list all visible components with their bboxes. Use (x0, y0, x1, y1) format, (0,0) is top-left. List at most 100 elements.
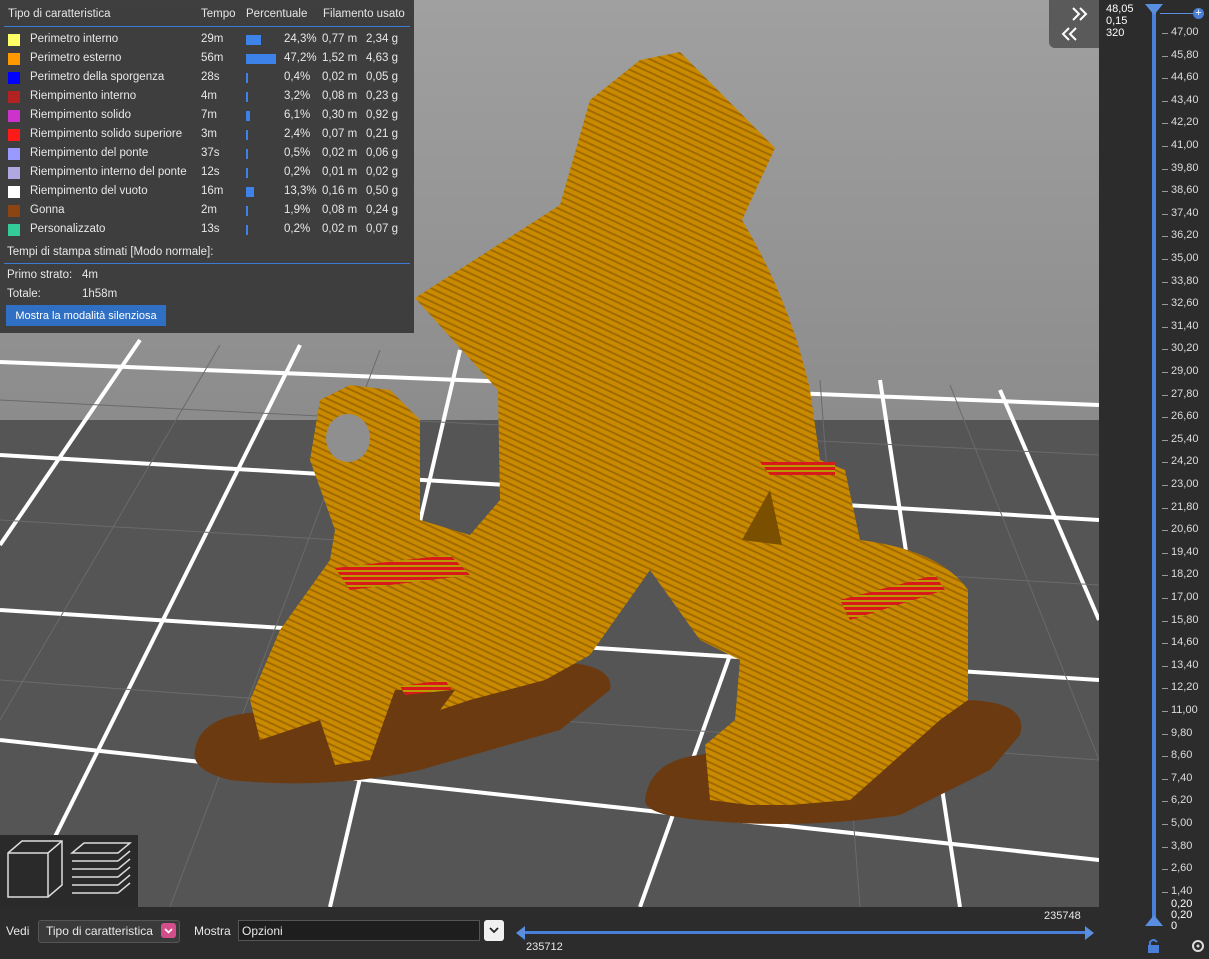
percent-bar (246, 149, 248, 159)
feature-name: Riempimento interno del ponte (30, 166, 187, 178)
feature-weight: 0,02 g (366, 166, 398, 178)
chevron-down-icon (489, 927, 499, 934)
feature-length: 0,08 m (322, 204, 358, 216)
feature-weight: 0,92 g (366, 109, 398, 121)
top-layer-thickness: 0,15 (1106, 15, 1128, 27)
layer-top-readout: 48,05 0,15 320 (1106, 3, 1134, 39)
layer-tick-label: 35,00 (1171, 252, 1199, 264)
percent-bar (246, 54, 276, 64)
feature-name: Gonna (30, 204, 65, 216)
layers-icon[interactable] (69, 842, 133, 894)
color-swatch (8, 186, 20, 198)
horizontal-slider-upper-value: 235748 (1044, 910, 1081, 922)
view-label: Vedi (6, 924, 30, 938)
cube-icon[interactable] (7, 840, 63, 898)
horizontal-slider-upper-thumb[interactable] (1085, 926, 1094, 940)
percent-bar (246, 92, 248, 102)
feature-time: 28s (201, 71, 220, 83)
legend-row: Gonna 2m 1,9% 0,08 m 0,24 g (0, 203, 414, 222)
layer-tick-label: 8,60 (1171, 749, 1193, 762)
feature-length: 0,16 m (322, 185, 358, 197)
gear-icon[interactable] (1190, 938, 1206, 954)
estimated-times-title: Tempi di stampa stimati [Modo normale]: (7, 246, 214, 258)
feature-name: Perimetro interno (30, 33, 119, 45)
bottom-toolbar: Vedi Tipo di caratteristica Mostra 23574… (0, 907, 1099, 959)
show-options-field[interactable] (238, 920, 480, 941)
percent-bar (246, 35, 261, 45)
legend-row: Riempimento solido superiore 3m 2,4% 0,07 m… (0, 127, 414, 146)
color-swatch (8, 72, 20, 84)
feature-time: 7m (201, 109, 217, 121)
feature-time: 4m (201, 90, 217, 102)
lock-icon[interactable] (1146, 938, 1162, 954)
legend-row: Perimetro interno 29m 24,3% 0,77 m 2,34 g (0, 32, 414, 51)
layer-tick-mark (1162, 439, 1168, 441)
feature-percent: 6,1% (284, 109, 311, 121)
color-swatch (8, 34, 20, 46)
layer-tick-mark (1162, 417, 1168, 419)
feature-name: Riempimento interno (30, 90, 137, 102)
layer-tick-label: 27,80 (1171, 387, 1199, 400)
layer-tick-mark (1162, 756, 1168, 758)
layer-tick-mark (1162, 259, 1168, 260)
percent-bar (246, 187, 254, 197)
layer-tick-mark (1162, 394, 1168, 396)
layer-tick-mark (1162, 711, 1168, 712)
show-options-dropdown-button[interactable] (484, 920, 504, 941)
layer-tick-label: 31,40 (1171, 319, 1199, 332)
feature-length: 0,30 m (322, 109, 358, 121)
legend-row: Perimetro della sporgenza 28s 0,4% 0,02 m 0,… (0, 70, 414, 89)
feature-percent: 1,9% (284, 204, 311, 216)
layer-tick-label: 41,00 (1171, 139, 1199, 151)
feature-percent: 24,3% (284, 33, 317, 45)
layer-tick-label: 47,00 (1171, 26, 1199, 38)
layer-tick-label: 1,40 (1171, 884, 1193, 897)
feature-name: Perimetro esterno (30, 52, 122, 64)
legend-row: Riempimento del ponte 37s 0,5% 0,02 m 0,06 g (0, 146, 414, 165)
percent-bar (246, 111, 250, 121)
feature-length: 0,77 m (322, 33, 358, 45)
color-swatch (8, 129, 20, 141)
feature-name: Riempimento del ponte (30, 147, 149, 159)
feature-length: 0,08 m (322, 90, 358, 102)
feature-percent: 0,4% (284, 71, 311, 83)
chevron-down-icon (161, 923, 176, 938)
feature-weight: 0,21 g (366, 128, 398, 140)
layer-tick-label: 44,60 (1171, 71, 1199, 84)
feature-length: 0,01 m (322, 166, 358, 178)
plus-icon[interactable]: + (1193, 8, 1204, 19)
feature-name: Riempimento solido superiore (30, 128, 183, 140)
color-swatch (8, 91, 20, 103)
layer-tick-label: 24,20 (1171, 455, 1199, 468)
collapse-sidebar-button[interactable] (1049, 0, 1099, 48)
layer-tick-mark (1162, 778, 1168, 780)
view-type-select[interactable]: Tipo di caratteristica (38, 920, 180, 943)
show-silent-mode-button[interactable]: Mostra la modalità silenziosa (6, 305, 166, 326)
layer-tick-label: 26,60 (1171, 410, 1199, 423)
top-layer-number: 320 (1106, 27, 1125, 39)
feature-time: 2m (201, 204, 217, 216)
legend-header-percent: Percentuale (246, 8, 308, 20)
top-height-value: 48,05 (1106, 3, 1134, 15)
horizontal-move-slider-track[interactable] (520, 931, 1090, 934)
layer-tick-label: 15,80 (1171, 613, 1199, 626)
feature-time: 12s (201, 166, 220, 178)
layer-tick-mark (1162, 530, 1168, 532)
feature-weight: 2,34 g (366, 33, 398, 45)
percent-bar (246, 130, 248, 140)
feature-length: 1,52 m (322, 52, 358, 64)
feature-weight: 0,07 g (366, 223, 398, 235)
feature-name: Personalizzato (30, 223, 106, 235)
horizontal-slider-lower-thumb[interactable] (516, 926, 525, 940)
layer-tick-mark (1162, 552, 1168, 554)
percent-bar (246, 206, 248, 216)
legend-header-filament: Filamento usato (323, 8, 405, 20)
layer-slider-track[interactable] (1152, 10, 1156, 920)
legend-row: Personalizzato 13s 0,2% 0,02 m 0,07 g (0, 222, 414, 241)
layer-tick-label: 19,40 (1171, 545, 1199, 558)
layer-slider-bottom-thumb[interactable] (1145, 915, 1163, 926)
feature-time: 16m (201, 185, 224, 197)
feature-weight: 4,63 g (366, 52, 398, 64)
layer-tick-mark (1162, 123, 1168, 125)
layer-tick-mark (1162, 688, 1168, 690)
